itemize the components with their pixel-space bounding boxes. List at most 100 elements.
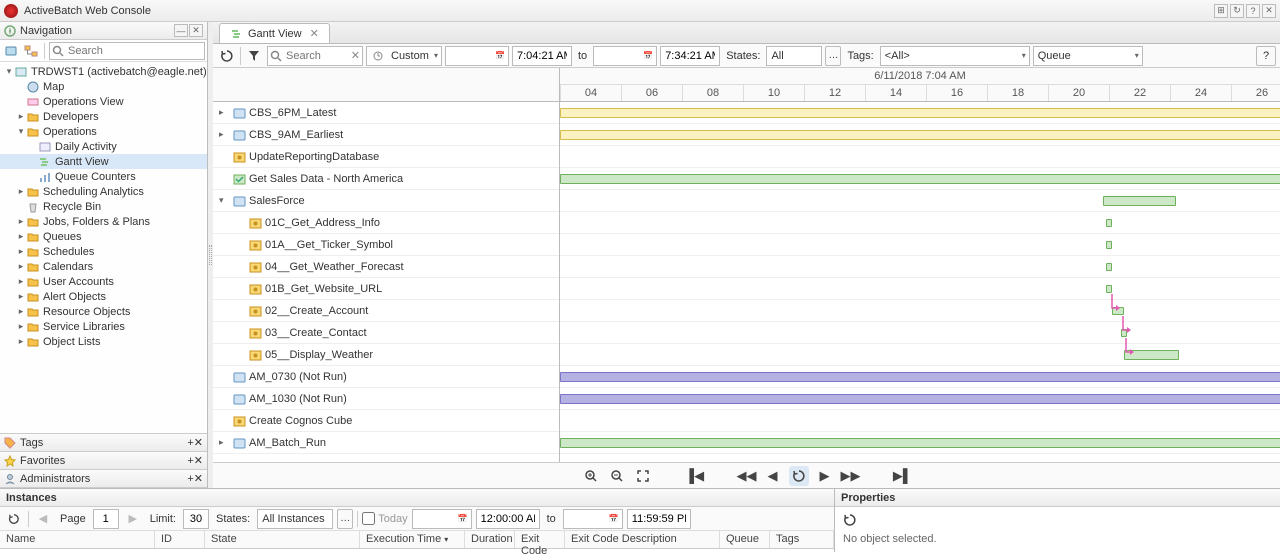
gantt-task-row[interactable]: Create Cognos Cube — [213, 410, 559, 432]
filter-button[interactable] — [244, 46, 264, 66]
refresh-button[interactable] — [217, 46, 237, 66]
from-time-input[interactable] — [476, 509, 540, 529]
tags-select[interactable]: <All>▾ — [880, 46, 1030, 66]
refresh-button[interactable] — [843, 513, 857, 527]
nav-home-button[interactable] — [2, 42, 20, 60]
gantt-bar[interactable] — [560, 108, 1280, 118]
gantt-task-row[interactable]: 01C_Get_Address_Info — [213, 212, 559, 234]
col-exit-code[interactable]: Exit Code — [515, 531, 565, 548]
tree-schedules[interactable]: ▸Schedules — [0, 244, 207, 259]
gantt-bar[interactable] — [560, 130, 1280, 140]
from-date-picker[interactable]: 📅 — [445, 46, 509, 66]
tree-map[interactable]: Map — [0, 79, 207, 94]
close-button[interactable]: ✕ — [194, 472, 203, 485]
tree-service-libraries[interactable]: ▸Service Libraries — [0, 319, 207, 334]
to-time-input[interactable] — [660, 46, 720, 66]
col-duration[interactable]: Duration — [465, 531, 515, 548]
play-pause-button[interactable] — [789, 466, 809, 486]
from-time-input[interactable] — [512, 46, 572, 66]
col-id[interactable]: ID — [155, 531, 205, 548]
to-time-input[interactable] — [627, 509, 691, 529]
expand-caret[interactable]: ▸ — [219, 129, 229, 140]
settings-window-button[interactable]: ✕ — [1262, 4, 1276, 18]
accordion-administrators[interactable]: Administrators+✕ — [0, 470, 207, 488]
tree-queues[interactable]: ▸Queues — [0, 229, 207, 244]
zoom-in-button[interactable] — [581, 466, 601, 486]
from-date-picker[interactable]: 📅 — [412, 509, 472, 529]
zoom-out-button[interactable] — [607, 466, 627, 486]
col-exec-time[interactable]: Execution Time ▾ — [360, 531, 465, 548]
tab-gantt-view[interactable]: Gantt View ✕ — [219, 23, 330, 43]
tree-recycle-bin[interactable]: Recycle Bin — [0, 199, 207, 214]
gantt-task-row[interactable]: ▸CBS_9AM_Earliest — [213, 124, 559, 146]
close-button[interactable]: ✕ — [194, 436, 203, 449]
to-date-picker[interactable]: 📅 — [593, 46, 657, 66]
tree-jobs-folders[interactable]: ▸Jobs, Folders & Plans — [0, 214, 207, 229]
to-date-picker[interactable]: 📅 — [563, 509, 623, 529]
tree-alert-objects[interactable]: ▸Alert Objects — [0, 289, 207, 304]
help-button[interactable]: ? — [1256, 46, 1276, 66]
nav-tree-button[interactable] — [22, 42, 40, 60]
tree-calendars[interactable]: ▸Calendars — [0, 259, 207, 274]
gantt-task-row[interactable]: ▾SalesForce — [213, 190, 559, 212]
goto-end-button[interactable]: ▶▌ — [893, 466, 913, 486]
tree-daily-activity[interactable]: Daily Activity — [0, 139, 207, 154]
states-select[interactable]: All Instances — [257, 509, 333, 529]
tree-resource-objects[interactable]: ▸Resource Objects — [0, 304, 207, 319]
states-select[interactable]: All — [766, 46, 822, 66]
col-queue[interactable]: Queue — [720, 531, 770, 548]
gantt-bar[interactable] — [560, 372, 1280, 382]
col-exit-desc[interactable]: Exit Code Description — [565, 531, 720, 548]
gantt-bar[interactable] — [1106, 285, 1112, 293]
gantt-task-row[interactable]: UpdateReportingDatabase — [213, 146, 559, 168]
gantt-task-row[interactable]: ▸CBS_6PM_Latest — [213, 102, 559, 124]
gantt-bar[interactable] — [1106, 263, 1112, 271]
fast-rewind-button[interactable]: ◀◀ — [737, 466, 757, 486]
help-window-button[interactable]: ? — [1246, 4, 1260, 18]
col-name[interactable]: Name — [0, 531, 155, 548]
states-more-button[interactable]: … — [337, 509, 353, 529]
gantt-task-row[interactable]: 03__Create_Contact — [213, 322, 559, 344]
gantt-task-row[interactable]: 02__Create_Account — [213, 300, 559, 322]
accordion-favorites[interactable]: Favorites+✕ — [0, 452, 207, 470]
minimize-panel-button[interactable]: — — [174, 24, 188, 37]
toggle-layout-button[interactable]: ⊞ — [1214, 4, 1228, 18]
accordion-tags[interactable]: Tags+✕ — [0, 434, 207, 452]
states-more-button[interactable]: … — [825, 46, 841, 66]
gantt-task-row[interactable]: 01B_Get_Website_URL — [213, 278, 559, 300]
tree-object-lists[interactable]: ▸Object Lists — [0, 334, 207, 349]
gantt-task-row[interactable]: AM_1030 (Not Run) — [213, 388, 559, 410]
rewind-button[interactable]: ◀ — [763, 466, 783, 486]
col-tags[interactable]: Tags — [770, 531, 834, 548]
close-tab-button[interactable]: ✕ — [310, 27, 319, 40]
tree-queue-counters[interactable]: Queue Counters — [0, 169, 207, 184]
fast-forward-button[interactable]: ▶▶ — [841, 466, 861, 486]
expand-caret[interactable]: ▸ — [219, 107, 229, 118]
refresh-button[interactable] — [4, 509, 24, 529]
gantt-timeline[interactable]: 6/11/2018 7:04 AM 0406081012141618202224… — [560, 68, 1280, 462]
gantt-task-row[interactable]: 05__Display_Weather — [213, 344, 559, 366]
col-state[interactable]: State — [205, 531, 360, 548]
gantt-task-row[interactable]: AM_0730 (Not Run) — [213, 366, 559, 388]
refresh-window-button[interactable]: ↻ — [1230, 4, 1244, 18]
gantt-task-row[interactable]: Get Sales Data - North America — [213, 168, 559, 190]
clear-search-button[interactable]: ✕ — [351, 49, 360, 62]
prev-page-button[interactable]: ◀ — [33, 509, 53, 529]
tree-operations[interactable]: ▾Operations — [0, 124, 207, 139]
queue-select[interactable]: Queue▾ — [1033, 46, 1143, 66]
close-button[interactable]: ✕ — [194, 454, 203, 467]
tree-developers[interactable]: ▸Developers — [0, 109, 207, 124]
gantt-bar[interactable] — [560, 438, 1280, 448]
forward-button[interactable]: ▶ — [815, 466, 835, 486]
next-page-button[interactable]: ▶ — [123, 509, 143, 529]
expand-caret[interactable]: ▸ — [219, 437, 229, 448]
tree-root[interactable]: ▾TRDWST1 (activebatch@eagle.net) — [0, 64, 207, 79]
gantt-task-row[interactable]: 04__Get_Weather_Forecast — [213, 256, 559, 278]
tree-scheduling-analytics[interactable]: ▸Scheduling Analytics — [0, 184, 207, 199]
tree-user-accounts[interactable]: ▸User Accounts — [0, 274, 207, 289]
gantt-bar[interactable] — [560, 174, 1280, 184]
tree-gantt-view[interactable]: Gantt View — [0, 154, 207, 169]
navigation-search-input[interactable] — [49, 42, 205, 60]
tree-operations-view[interactable]: Operations View — [0, 94, 207, 109]
zoom-fit-button[interactable] — [633, 466, 653, 486]
